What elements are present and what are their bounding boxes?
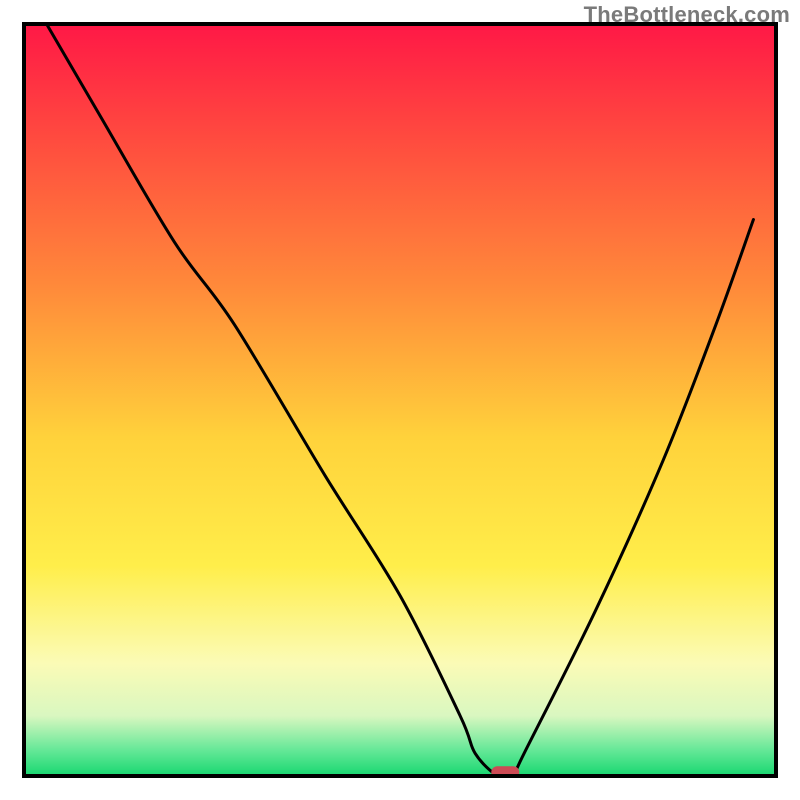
watermark-text: TheBottleneck.com (584, 2, 790, 28)
plot-background (24, 24, 776, 776)
bottleneck-chart: TheBottleneck.com (0, 0, 800, 800)
chart-svg (0, 0, 800, 800)
